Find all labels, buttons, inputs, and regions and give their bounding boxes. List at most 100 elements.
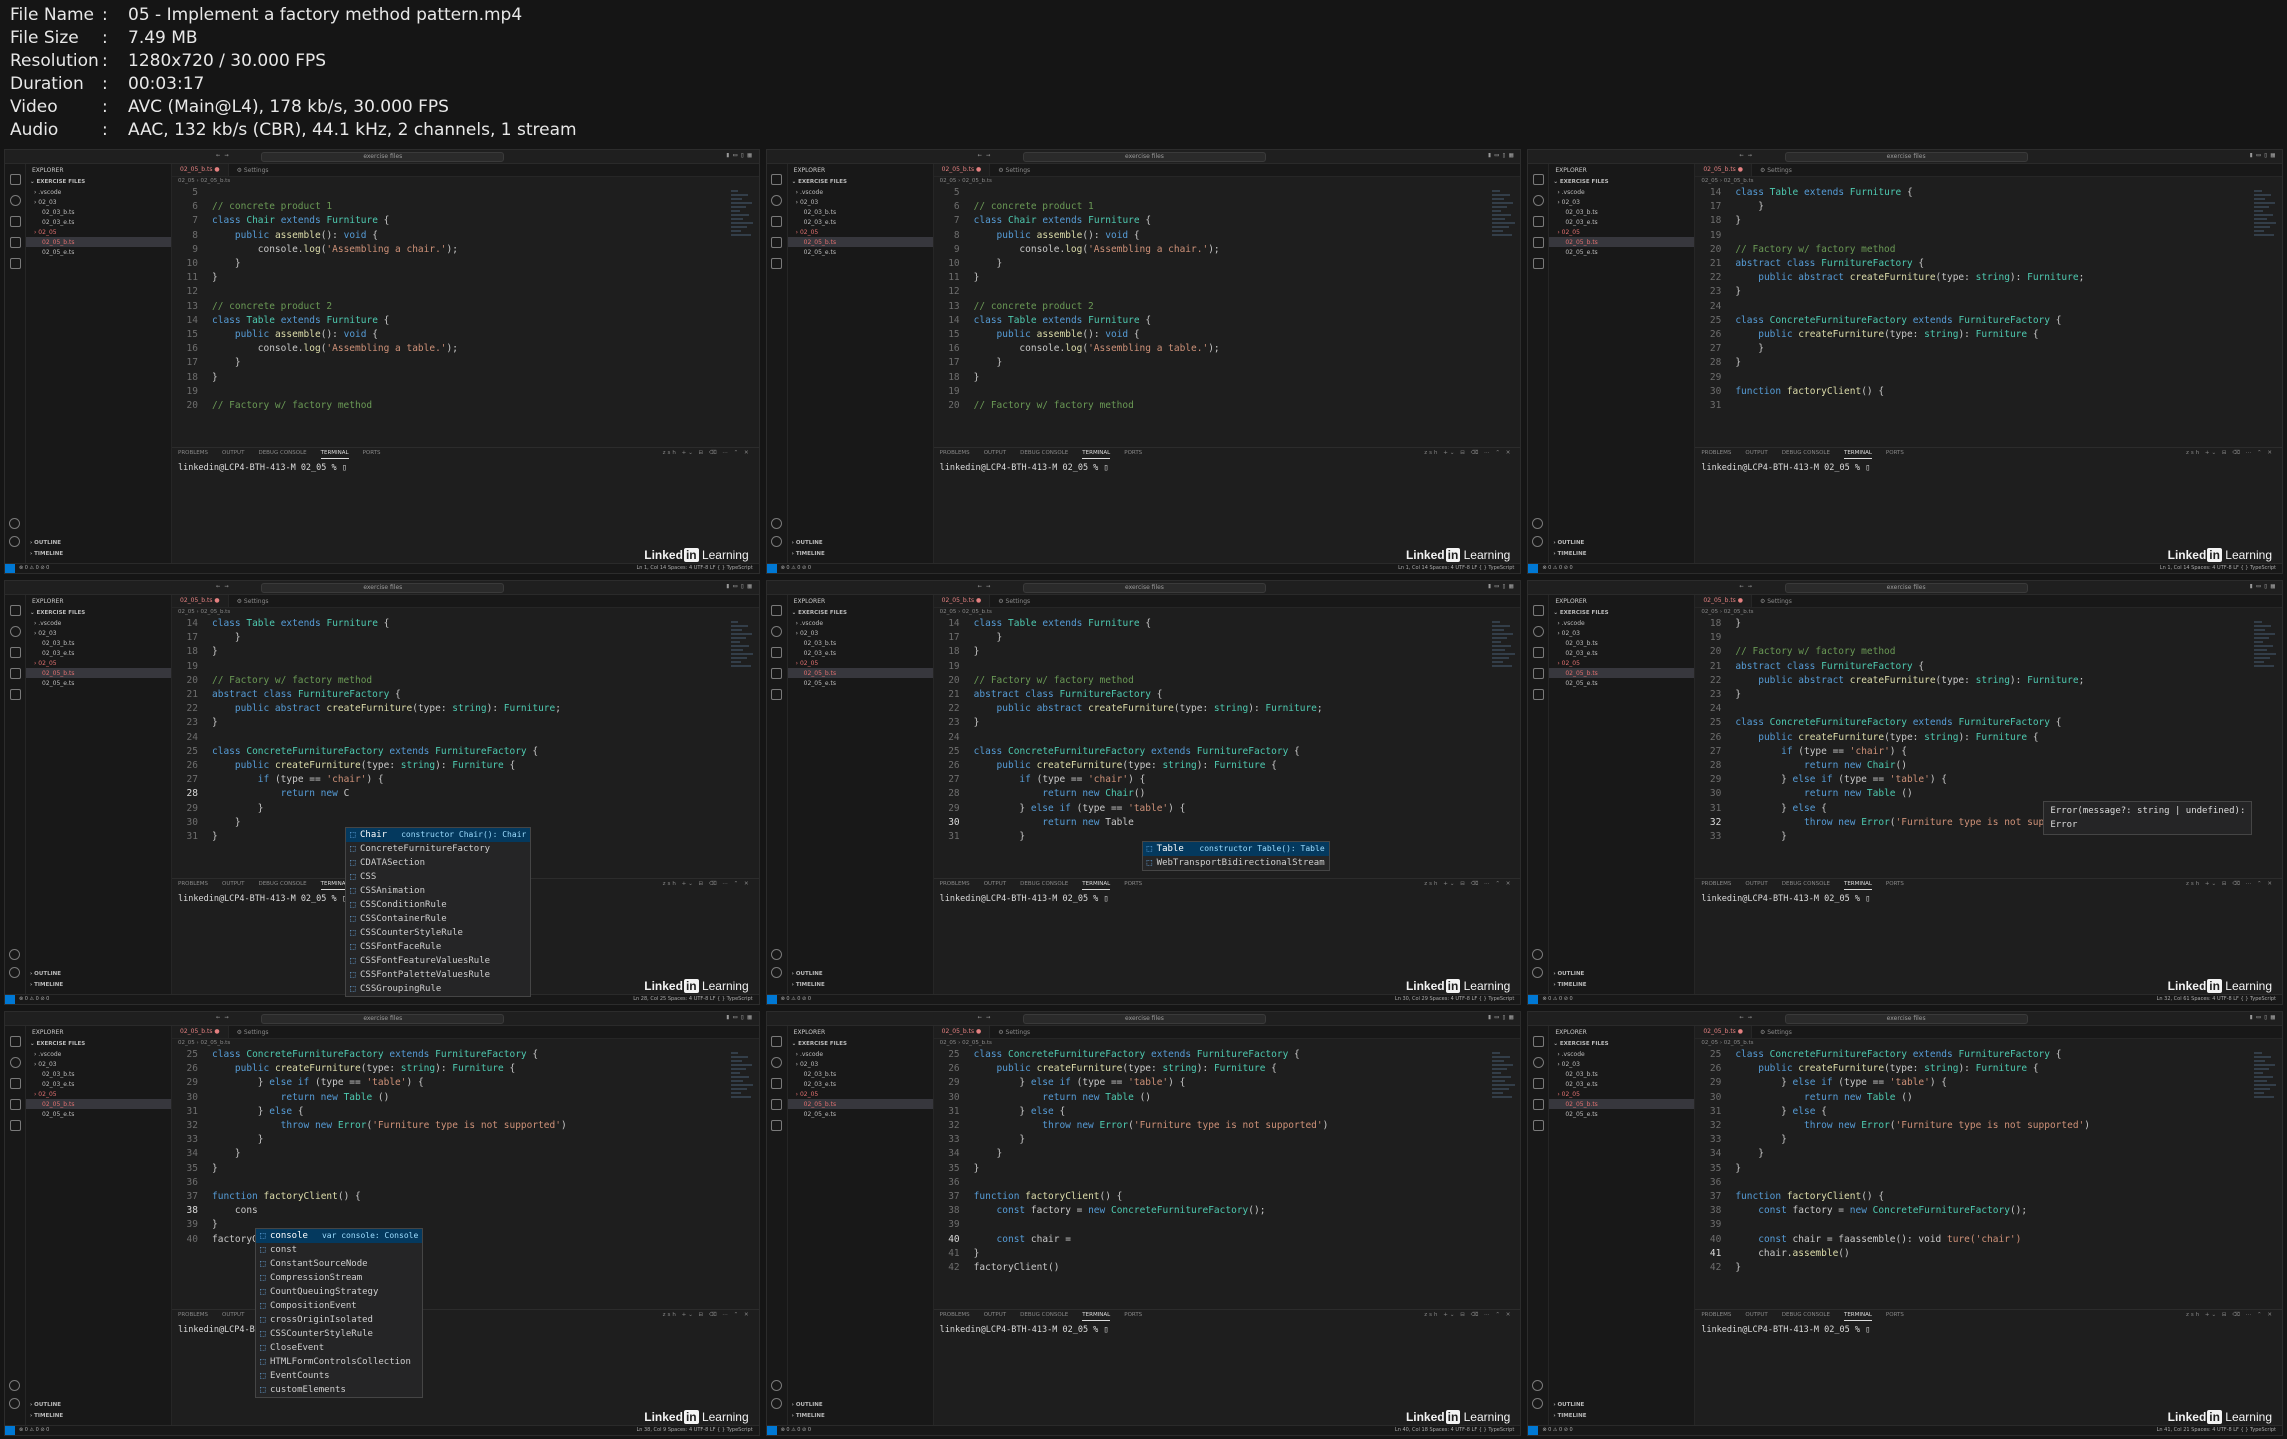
suggestion-item[interactable]: ⬚ EventCounts (256, 1369, 422, 1383)
account-icon[interactable] (1532, 518, 1544, 529)
panel-tab[interactable]: PORTS (1886, 879, 1904, 890)
workspace-section[interactable]: ⌄ EXERCISE FILES (1549, 608, 1694, 618)
code-line[interactable]: 7 class Chair extends Furniture { (172, 214, 751, 228)
account-icon[interactable] (9, 518, 20, 529)
search-icon[interactable] (771, 195, 783, 206)
tab-active-file[interactable]: 02_05_b.ts ● (933, 164, 991, 176)
tree-item[interactable]: › 02_05 (26, 1089, 171, 1099)
code-line[interactable]: 26 public createFurniture(type: string):… (934, 759, 1513, 773)
panel-tab[interactable]: OUTPUT (984, 879, 1006, 890)
tree-item[interactable]: 02_03_b.ts (788, 1069, 933, 1079)
nav-arrows-icon[interactable]: ← → (216, 582, 229, 590)
tree-item[interactable]: 02_03_e.ts (788, 648, 933, 658)
tab-active-file[interactable]: 02_05_b.ts ● (933, 595, 991, 607)
remote-indicator[interactable] (766, 1426, 777, 1435)
manage-gear-icon[interactable] (1532, 536, 1544, 547)
manage-gear-icon[interactable] (9, 1398, 20, 1409)
code-line[interactable]: 36 (1695, 1176, 2274, 1190)
code-line[interactable]: 9 console.log('Assembling a chair.'); (934, 243, 1513, 257)
suggestion-item[interactable]: ⬚ CSSConditionRule (346, 898, 530, 912)
outline-section[interactable]: › OUTLINE (30, 1400, 63, 1411)
run-debug-icon[interactable] (9, 668, 21, 679)
timeline-section[interactable]: › TIMELINE (792, 549, 825, 560)
layout-controls-icon[interactable]: ▮▭▯▦ (726, 582, 755, 590)
manage-gear-icon[interactable] (9, 967, 20, 978)
code-line[interactable]: 26 public createFurniture(type: string):… (1695, 1062, 2274, 1076)
command-search[interactable]: exercise files (1022, 152, 1267, 162)
code-line[interactable]: 18} (172, 645, 751, 659)
status-problems[interactable]: ⊗ 0 ⚠ 0 ⊘ 0 (781, 1427, 811, 1433)
suggestion-item[interactable]: ⬚ CSSGroupingRule (346, 982, 530, 996)
timeline-section[interactable]: › TIMELINE (1553, 1411, 1586, 1422)
code-line[interactable]: 33 } (934, 1133, 1513, 1147)
suggestion-item[interactable]: ⬚ HTMLFormControlsCollection (256, 1355, 422, 1369)
code-line[interactable]: 29 } else if (type == 'table') { (1695, 773, 2274, 787)
code-line[interactable]: 37 function factoryClient() { (934, 1190, 1513, 1204)
code-line[interactable]: 22 public abstract createFurniture(type:… (934, 702, 1513, 716)
code-line[interactable]: 24 (934, 731, 1513, 745)
terminal-actions-icon[interactable]: zsh +⌄ ⊟ ⌫ ⋯ ⌃ ✕ (663, 1310, 759, 1321)
status-right[interactable]: Ln 41, Col 21 Spaces: 4 UTF-8 LF { } Typ… (2157, 1427, 2276, 1433)
code-line[interactable]: 18} (934, 645, 1513, 659)
code-line[interactable]: 19 (1695, 631, 2274, 645)
panel-tab[interactable]: DEBUG CONSOLE (258, 448, 306, 459)
tree-item[interactable]: › 02_05 (26, 658, 171, 668)
code-line[interactable]: 15 public assemble(): void { (172, 328, 751, 342)
panel-tab[interactable]: OUTPUT (222, 448, 244, 459)
extensions-icon[interactable] (9, 258, 21, 269)
panel-tab[interactable]: PROBLEMS (178, 1310, 208, 1321)
outline-section[interactable]: › OUTLINE (30, 969, 63, 980)
panel-tab[interactable]: PROBLEMS (940, 448, 970, 459)
minimap[interactable] (730, 188, 757, 248)
terminal-prompt[interactable]: linkedin@LCP4-BTH-413-M 02_05 % ▯ (934, 459, 1521, 477)
status-problems[interactable]: ⊗ 0 ⚠ 0 ⊘ 0 (781, 565, 811, 571)
suggestion-item[interactable]: ⬚ CountQueuingStrategy (256, 1285, 422, 1299)
code-line[interactable]: 19 (172, 660, 751, 674)
code-line[interactable]: 28 return new C (172, 787, 751, 801)
nav-arrows-icon[interactable]: ← → (1739, 582, 1752, 590)
source-control-icon[interactable] (1532, 216, 1544, 227)
command-search[interactable]: exercise files (1784, 152, 2028, 162)
tree-item[interactable]: › .vscode (1549, 618, 1694, 628)
suggestion-item[interactable]: ⬚ CompositionEvent (256, 1299, 422, 1313)
terminal-prompt[interactable]: linkedin@LCP4-BTH-413-M 02_05 % ▯ (1695, 890, 2282, 908)
source-control-icon[interactable] (9, 647, 21, 658)
tree-item[interactable]: 02_03_e.ts (788, 217, 933, 227)
panel-tab[interactable]: DEBUG CONSOLE (258, 879, 306, 890)
tree-item[interactable]: 02_05_b.ts (1549, 1099, 1695, 1109)
nav-arrows-icon[interactable]: ← → (216, 151, 229, 159)
code-line[interactable]: 24 (1695, 300, 2274, 314)
code-line[interactable]: 19 (172, 385, 751, 399)
tab-settings[interactable]: ⚙ Settings (229, 598, 277, 605)
code-line[interactable]: 23} (1695, 688, 2274, 702)
code-line[interactable]: 25 class ConcreteFurnitureFactory extends… (934, 1048, 1513, 1062)
files-icon[interactable] (1532, 1036, 1544, 1047)
panel-tab[interactable]: DEBUG CONSOLE (1782, 1310, 1830, 1321)
suggestion-item[interactable]: ⬚ customElements (256, 1383, 422, 1397)
code-line[interactable]: 26 public createFurniture(type: string):… (172, 1062, 751, 1076)
code-line[interactable]: 14 class Table extends Furniture { (172, 617, 751, 631)
minimap[interactable] (2254, 619, 2280, 679)
code-line[interactable]: 37 function factoryClient() { (1695, 1190, 2274, 1204)
workspace-section[interactable]: ⌄ EXERCISE FILES (1549, 177, 1694, 187)
outline-section[interactable]: › OUTLINE (1553, 538, 1586, 549)
status-problems[interactable]: ⊗ 0 ⚠ 0 ⊘ 0 (781, 996, 811, 1002)
run-debug-icon[interactable] (771, 1099, 783, 1110)
outline-section[interactable]: › OUTLINE (792, 969, 825, 980)
code-line[interactable]: 16 console.log('Assembling a table.'); (934, 342, 1513, 356)
extensions-icon[interactable] (1532, 258, 1544, 269)
layout-controls-icon[interactable]: ▮▭▯▦ (1487, 1013, 1516, 1021)
timeline-section[interactable]: › TIMELINE (30, 549, 63, 560)
tree-item[interactable]: 02_03_e.ts (1549, 217, 1694, 227)
minimap[interactable] (2254, 188, 2280, 248)
code-line[interactable]: 12 (172, 285, 751, 299)
code-line[interactable]: 40 const chair = (934, 1233, 1513, 1247)
manage-gear-icon[interactable] (770, 967, 782, 978)
command-search[interactable]: exercise files (1022, 1014, 1267, 1024)
run-debug-icon[interactable] (771, 237, 783, 248)
panel-tab[interactable]: TERMINAL (1082, 448, 1111, 459)
code-line[interactable]: 35} (172, 1162, 751, 1176)
layout-controls-icon[interactable]: ▮▭▯▦ (2249, 582, 2278, 590)
terminal-actions-icon[interactable]: zsh +⌄ ⊟ ⌫ ⋯ ⌃ ✕ (1424, 879, 1520, 890)
terminal-actions-icon[interactable]: zsh +⌄ ⊟ ⌫ ⋯ ⌃ ✕ (663, 448, 759, 459)
